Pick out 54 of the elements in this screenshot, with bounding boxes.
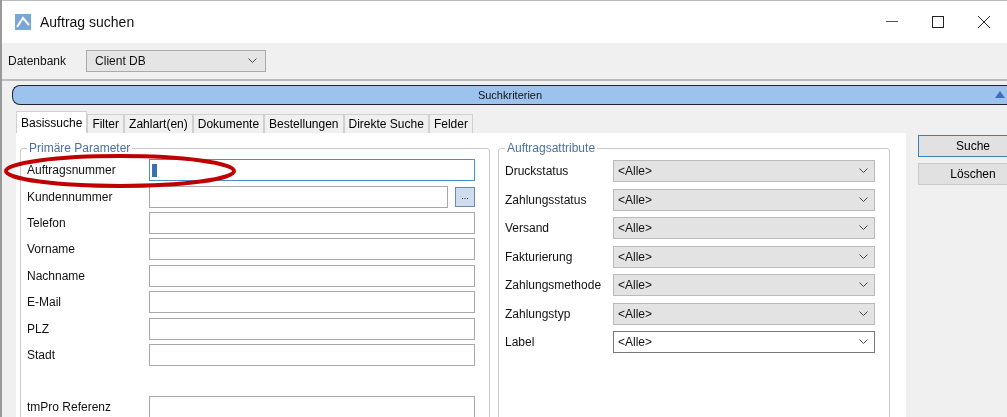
group-title: Auftragsattribute [506, 141, 597, 155]
database-select[interactable]: Client DB [86, 50, 267, 72]
app-icon [14, 13, 32, 31]
chevron-icon [248, 58, 258, 64]
tab[interactable]: Zahlart(en) [124, 114, 193, 133]
text-field[interactable] [149, 291, 475, 314]
field-label: Vorname [27, 242, 77, 257]
chevron-icon [859, 282, 868, 289]
field-label: Nachname [27, 268, 87, 283]
text-field[interactable] [149, 317, 475, 340]
field-label: Versand [505, 221, 551, 236]
text-field[interactable] [149, 264, 475, 287]
field-label: E-Mail [27, 295, 62, 310]
maximize-icon [932, 16, 944, 28]
tab[interactable]: Direkte Suche [343, 114, 429, 133]
field-label: Label [505, 335, 536, 350]
database-label: Datenbank [8, 54, 67, 68]
window-title: Auftrag suchen [40, 14, 135, 30]
field-label: Telefon [27, 215, 67, 230]
field-label: Zahlungsstatus [505, 192, 588, 207]
chevron-icon [859, 196, 868, 203]
chevron-icon [859, 168, 868, 175]
field-label: Druckstatus [505, 164, 570, 179]
minimize-icon [886, 21, 898, 23]
field-label: Stadt [27, 347, 57, 362]
field-label: Fakturierung [505, 249, 574, 264]
field-label: Auftragsnummer [27, 163, 117, 178]
text-field[interactable] [149, 396, 475, 417]
tab[interactable]: Filter [87, 114, 125, 133]
text-field[interactable] [149, 211, 475, 234]
section-header-bar[interactable]: Suchkriterien [12, 85, 1007, 105]
tab[interactable]: Felder [428, 114, 473, 133]
field-label: tmPro Referenz [27, 400, 113, 415]
field-label: Zahlungsmethode [505, 278, 603, 293]
close-icon [978, 16, 990, 28]
browse-button[interactable]: ... [455, 186, 475, 207]
chevron-icon [859, 339, 868, 346]
text-field[interactable] [149, 159, 475, 182]
chevron-icon [859, 253, 868, 260]
tab[interactable]: Dokumente [192, 114, 265, 133]
group-title: Primäre Parameter [28, 141, 132, 155]
tab[interactable]: Basissuche [16, 111, 88, 133]
text-field[interactable] [149, 185, 448, 208]
action-button[interactable]: Löschen [918, 163, 1007, 185]
text-field[interactable] [149, 343, 475, 366]
action-button[interactable]: Suche [918, 135, 1007, 157]
dropdown[interactable]: <Alle> [613, 331, 875, 354]
chevron-icon [859, 310, 868, 317]
chevron-icon [859, 225, 868, 232]
field-label: Zahlungstyp [505, 306, 572, 321]
tab[interactable]: Bestellungen [264, 114, 344, 133]
text-field[interactable] [149, 238, 475, 261]
field-label: PLZ [27, 321, 50, 336]
field-label: Kundennummer [27, 189, 114, 204]
